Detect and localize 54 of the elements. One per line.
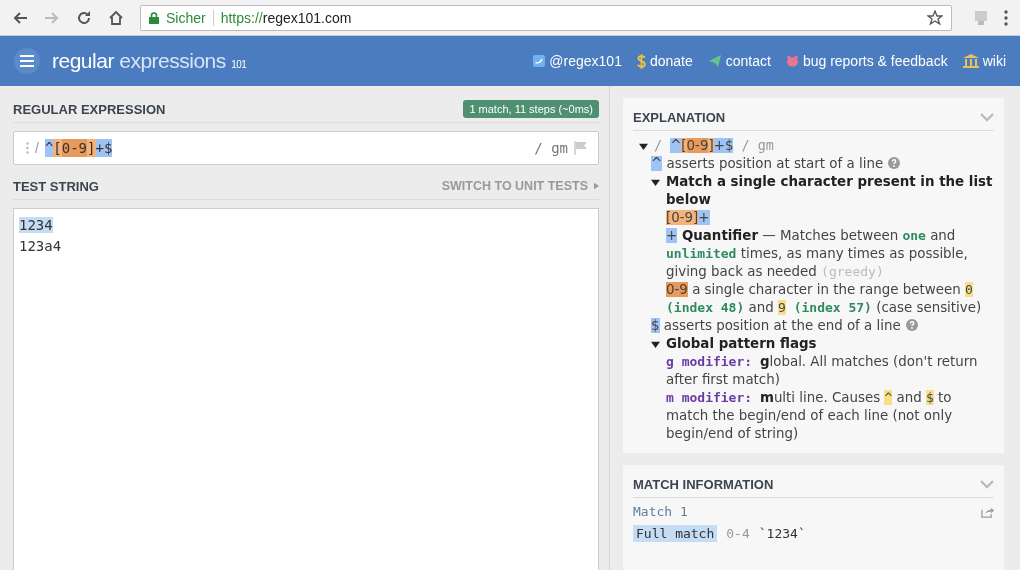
star-icon[interactable] [927, 9, 943, 26]
match-label: Match 1 [633, 504, 688, 519]
regex-flags[interactable]: / gm [534, 140, 568, 156]
explanation-line: g modifier: global. All matches (don't return after first match) [666, 353, 979, 389]
explanation-line: $ asserts position at the end of a line [651, 317, 918, 335]
back-icon[interactable] [12, 9, 28, 26]
explanation-line: [0-9]+ [666, 209, 710, 227]
explanation-line: Match a single character present in the list below [666, 173, 994, 209]
match-range: 0-4 [726, 525, 750, 542]
regex-field[interactable]: / ^[0-9]+$ / gm [13, 131, 599, 165]
reload-icon[interactable] [76, 9, 92, 26]
switch-unit-tests-link[interactable]: SWITCH TO UNIT TESTS [441, 179, 599, 193]
regex-input[interactable]: ^[0-9]+$ [44, 140, 113, 156]
group-name: Full match [633, 525, 718, 542]
menu-button[interactable] [14, 48, 40, 74]
regex-delimiter: / [35, 140, 39, 156]
section-title: REGULAR EXPRESSION [13, 101, 166, 117]
explanation-line: 0-9 a single character in the range between 0 (index 48) and 9 (index 57) (case sensitive) [666, 281, 983, 317]
paper-plane-icon [707, 54, 722, 68]
section-title: TEST STRING [13, 178, 99, 194]
lock-icon [149, 11, 159, 24]
nav-link[interactable]: bug reports & feedback [785, 53, 948, 69]
security-label: Sicher [166, 9, 206, 26]
dollar-icon [636, 53, 646, 69]
home-icon[interactable] [108, 9, 124, 26]
drag-handle-icon[interactable] [26, 142, 29, 154]
section-title: MATCH INFORMATION [633, 476, 774, 492]
menu-icon [20, 55, 34, 67]
nav-link[interactable]: donate [636, 53, 693, 69]
collapse-triangle-icon[interactable] [651, 340, 660, 349]
caret-icon [594, 182, 599, 190]
explanation-line: m modifier: multi line. Causes ^ and $ to match the begin/end of each line (not only begin/end of string) [666, 389, 954, 443]
explanation-line: + Quantifier — Matches between one and unlimited times, as many times as possible, giving back as needed (greedy) [666, 227, 969, 281]
address-bar[interactable]: Sicher https://regex101.com [140, 4, 952, 31]
help-icon[interactable] [888, 157, 901, 169]
site-logo[interactable]: regular expressions 101 [52, 49, 247, 73]
match-status-badge: 1 match, 11 steps (~0ms) [463, 100, 599, 118]
menu-dots-icon[interactable] [1004, 9, 1008, 26]
explanation-line: ^ asserts position at start of a line [651, 155, 901, 173]
building-icon [962, 54, 979, 68]
nav-link[interactable]: wiki [962, 53, 1006, 69]
collapse-triangle-icon[interactable] [639, 142, 648, 151]
explanation-line: Global pattern flags [666, 335, 817, 353]
match-value: `1234` [758, 525, 806, 542]
test-string-line: 123a4 [19, 238, 62, 254]
share-icon[interactable] [981, 505, 994, 518]
collapse-triangle-icon[interactable] [651, 178, 660, 187]
url-text: https://regex101.com [220, 9, 352, 26]
nav-link[interactable]: contact [707, 53, 771, 69]
section-title: EXPLANATION [633, 109, 726, 125]
test-string-field[interactable]: 1234 123a4 [13, 208, 599, 570]
explanation-line: / ^[0-9]+$ / gm [654, 137, 774, 155]
nav-link[interactable]: @regex101 [533, 53, 622, 69]
help-icon[interactable] [905, 319, 918, 331]
